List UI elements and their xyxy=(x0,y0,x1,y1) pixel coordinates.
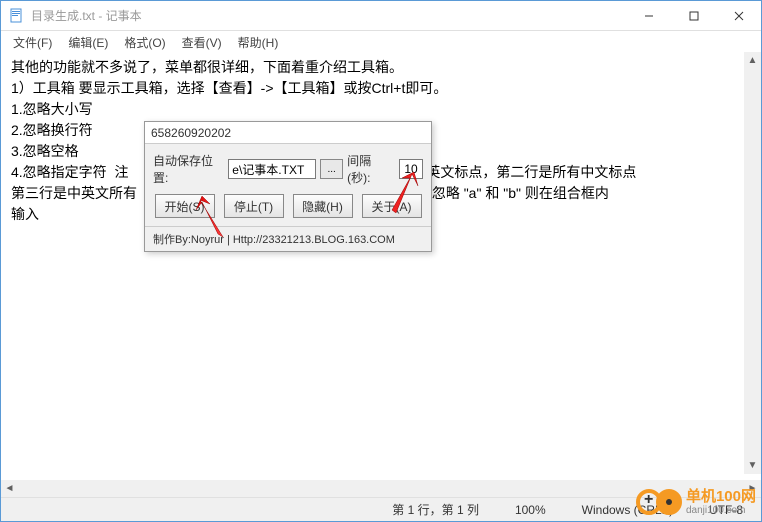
watermark-logo-icon xyxy=(636,489,682,515)
autosave-dialog: 658260920202 自动保存位置: ... 间隔 (秒): 开始(S) 停… xyxy=(144,121,432,252)
scroll-left-icon[interactable]: ◄ xyxy=(1,480,18,497)
minimize-button[interactable] xyxy=(626,1,671,30)
dialog-body: 自动保存位置: ... 间隔 (秒): 开始(S) 停止(T) 隐藏(H) 关于… xyxy=(145,144,431,226)
window-title: 目录生成.txt - 记事本 xyxy=(31,7,626,24)
text-line: 1.忽略大小写 xyxy=(11,99,751,120)
menu-view[interactable]: 查看(V) xyxy=(174,32,230,53)
app-icon xyxy=(9,8,25,24)
menubar: 文件(F) 编辑(E) 格式(O) 查看(V) 帮助(H) xyxy=(1,31,761,53)
savepos-label: 自动保存位置: xyxy=(153,152,224,186)
close-button[interactable] xyxy=(716,1,761,30)
dialog-row-path: 自动保存位置: ... 间隔 (秒): xyxy=(153,152,423,186)
scroll-down-icon[interactable]: ▼ xyxy=(744,457,761,474)
dialog-footer: 制作By:Noyrur | Http://23321213.BLOG.163.C… xyxy=(145,226,431,251)
interval-label: 间隔 (秒): xyxy=(347,152,395,186)
menu-edit[interactable]: 编辑(E) xyxy=(60,32,116,53)
menu-help[interactable]: 帮助(H) xyxy=(230,32,287,53)
watermark: 单机100网 danji100.com xyxy=(636,489,756,517)
watermark-name: 单机100网 xyxy=(686,489,756,506)
window-buttons xyxy=(626,1,761,30)
notepad-window: 目录生成.txt - 记事本 文件(F) 编辑(E) 格式(O) 查看(V) 帮… xyxy=(0,0,762,522)
interval-input[interactable] xyxy=(399,159,423,179)
maximize-button[interactable] xyxy=(671,1,716,30)
stop-button[interactable]: 停止(T) xyxy=(224,194,284,218)
browse-button[interactable]: ... xyxy=(320,159,343,179)
menu-file[interactable]: 文件(F) xyxy=(5,32,60,53)
menu-format[interactable]: 格式(O) xyxy=(116,32,173,53)
text-editor[interactable]: 其他的功能就不多说了，菜单都很详细，下面着重介绍工具箱。 1）工具箱 要显示工具… xyxy=(1,53,761,480)
watermark-url: danji100.com xyxy=(686,505,756,516)
status-zoom: 100% xyxy=(497,503,564,517)
scroll-up-icon[interactable]: ▲ xyxy=(744,52,761,69)
hide-button[interactable]: 隐藏(H) xyxy=(293,194,353,218)
about-button[interactable]: 关于(A) xyxy=(362,194,422,218)
status-position: 第 1 行，第 1 列 xyxy=(374,501,497,518)
text-line: 其他的功能就不多说了，菜单都很详细，下面着重介绍工具箱。 xyxy=(11,57,751,78)
vertical-scrollbar[interactable]: ▲ ▼ xyxy=(744,52,761,474)
text-line: 1）工具箱 要显示工具箱，选择【查看】->【工具箱】或按Ctrl+t即可。 xyxy=(11,78,751,99)
savepos-input[interactable] xyxy=(228,159,316,179)
start-button[interactable]: 开始(S) xyxy=(155,194,215,218)
dialog-title: 658260920202 xyxy=(145,122,431,144)
titlebar: 目录生成.txt - 记事本 xyxy=(1,1,761,31)
dialog-buttons: 开始(S) 停止(T) 隐藏(H) 关于(A) xyxy=(153,194,423,218)
